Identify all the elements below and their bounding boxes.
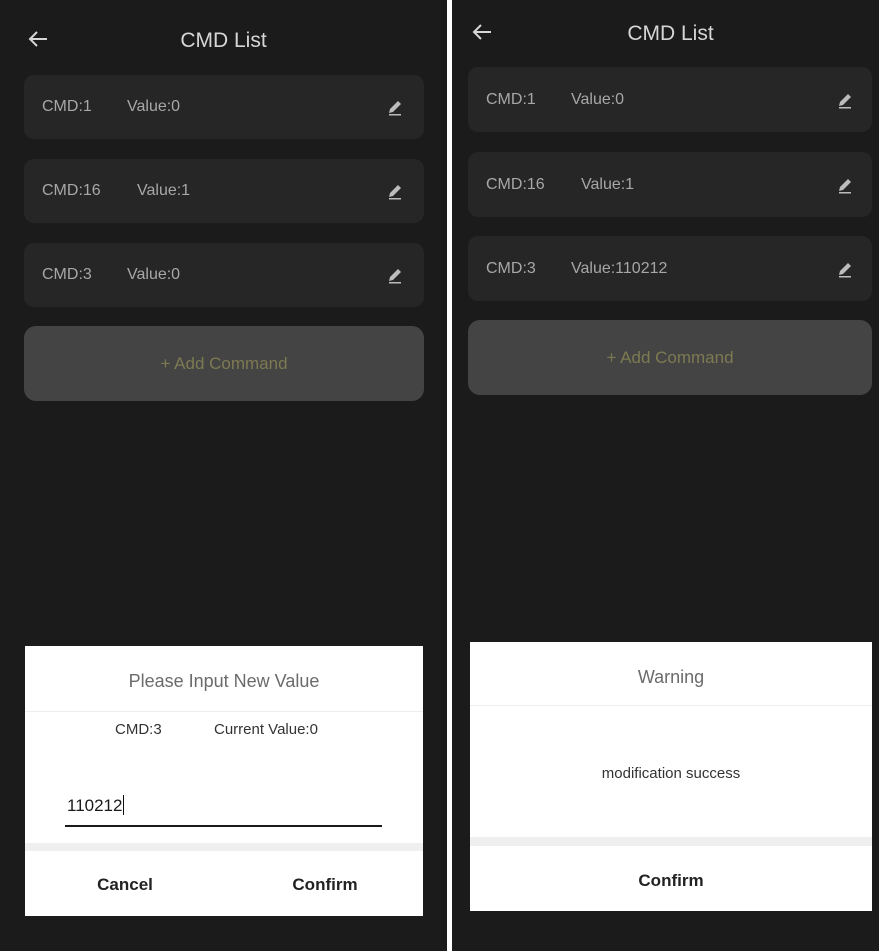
edit-pencil-icon[interactable] [836,176,854,194]
value-label: Value:0 [571,90,625,108]
confirm-button[interactable]: Confirm [470,871,872,891]
cmd-row-1[interactable]: CMD:1 Value:0 [468,67,872,132]
cmd-label: CMD:1 [486,90,536,108]
cmd-row-1[interactable]: CMD:1 Value:0 [24,75,424,139]
left-screen: CMD List CMD:1 Value:0 CMD:16 Value:1 CM… [0,0,447,951]
edit-pencil-icon[interactable] [836,260,854,278]
right-screen: CMD List CMD:1 Value:0 CMD:16 Value:1 CM… [452,0,879,951]
cmd-label: CMD:3 [486,259,536,277]
value-input-text: 110212 [67,796,123,815]
divider [25,843,423,851]
divider [25,711,423,712]
add-command-label: + Add Command [606,347,734,367]
divider [470,837,872,846]
value-label: Value:0 [127,98,181,115]
add-command-button[interactable]: + Add Command [468,320,872,395]
value-label: Value:1 [581,175,635,193]
cmd-label: CMD:1 [42,98,92,115]
cmd-label: CMD:3 [42,266,92,283]
add-command-label: + Add Command [160,353,288,373]
cmd-label: CMD:16 [486,175,545,193]
value-input[interactable]: 110212 [67,795,125,816]
input-underline [65,825,382,827]
cmd-row-2[interactable]: CMD:16 Value:1 [24,159,424,223]
edit-pencil-icon[interactable] [836,91,854,109]
page-title: CMD List [627,22,714,45]
value-label: Value:1 [137,182,191,199]
add-command-button[interactable]: + Add Command [24,326,424,401]
dialog-message: modification success [601,765,741,782]
edit-pencil-icon[interactable] [386,182,404,200]
dialog-current-value-text: Current Value:0 [214,721,318,738]
cmd-row-2[interactable]: CMD:16 Value:1 [468,152,872,217]
cmd-row-3[interactable]: CMD:3 Value:0 [24,243,424,307]
dialog-title: Warning [637,667,705,687]
cmd-label: CMD:16 [42,182,101,199]
edit-pencil-icon[interactable] [386,98,404,116]
divider [470,705,872,706]
value-label: Value:110212 [571,259,668,277]
input-dialog: Please Input New Value CMD:3 Current Val… [25,646,423,916]
cancel-button[interactable]: Cancel [65,875,185,895]
warning-dialog: Warning modification success Confirm [470,642,872,911]
page-title: CMD List [180,29,267,52]
edit-pencil-icon[interactable] [386,266,404,284]
dialog-title: Please Input New Value [128,671,320,691]
text-cursor [123,795,125,815]
dialog-cmd-text: CMD:3 [115,721,162,738]
confirm-button[interactable]: Confirm [265,875,385,895]
value-label: Value:0 [127,266,181,283]
cmd-row-3[interactable]: CMD:3 Value:110212 [468,236,872,301]
